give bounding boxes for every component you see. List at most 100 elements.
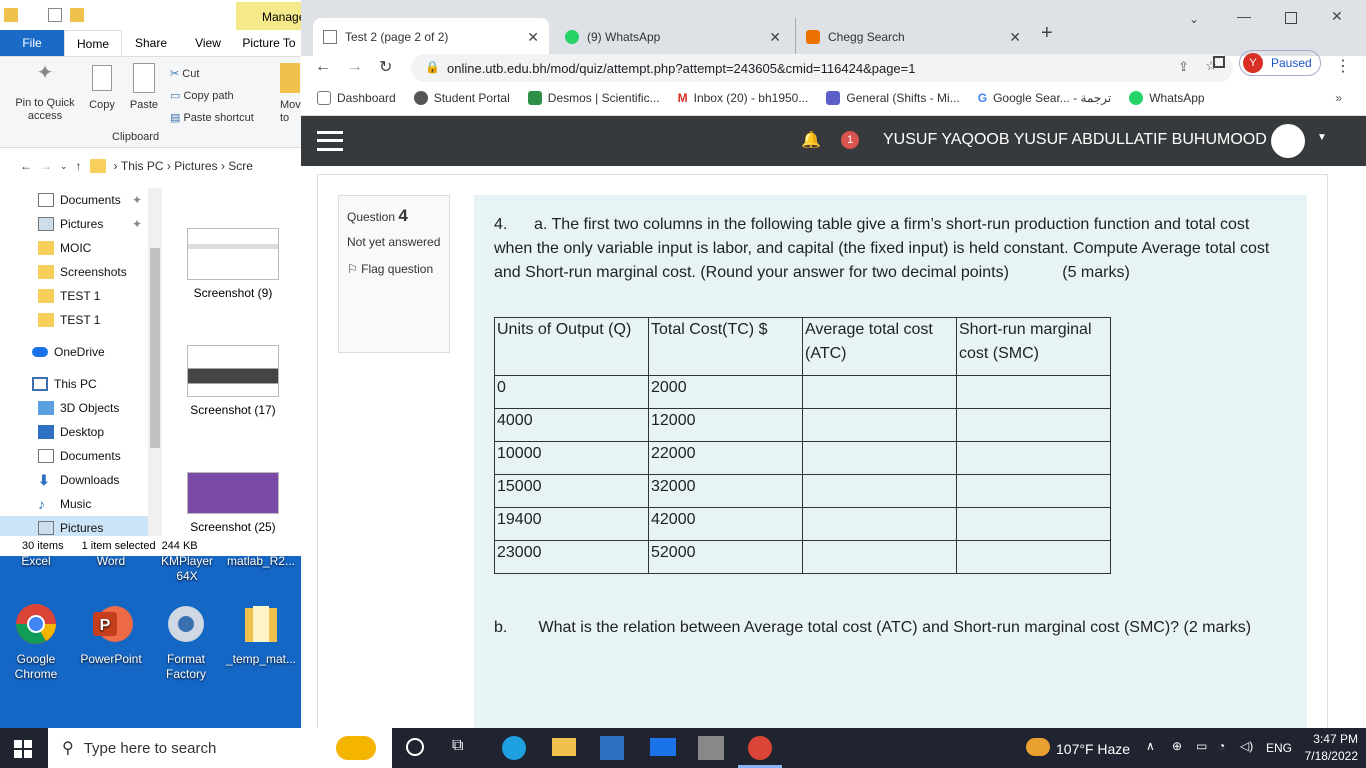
paste-shortcut-button[interactable]: ▤ Paste shortcut [170, 107, 254, 129]
cortana-icon[interactable] [406, 738, 424, 756]
tree-item-moic[interactable]: MOIC [0, 236, 148, 260]
taskbar-search-box[interactable]: ⚲ Type here to search [48, 728, 392, 768]
pin-quick-access-button[interactable]: ✦ Pin to Quick access [10, 63, 80, 123]
reload-icon[interactable]: ↻ [379, 57, 392, 77]
ribbon-tab-share[interactable]: Share [122, 30, 180, 56]
breadcrumb-screenshots[interactable]: Scre [228, 159, 253, 173]
bookmark-whatsapp[interactable]: WhatsApp [1129, 90, 1205, 105]
paste-button[interactable]: Paste [124, 63, 164, 111]
menu-icon[interactable]: ⋮ [1335, 56, 1351, 76]
tab-whatsapp[interactable]: (9) WhatsApp ✕ [555, 18, 791, 56]
tree-scrollbar[interactable] [148, 188, 162, 538]
desktop-icon-word[interactable]: Word [75, 554, 147, 569]
tree-item-music[interactable]: ♪ Music [0, 492, 148, 516]
scrollbar-thumb[interactable] [150, 248, 160, 448]
calculator-icon[interactable] [698, 736, 724, 760]
tree-item-3d-objects[interactable]: 3D Objects [0, 396, 148, 420]
file-item[interactable]: Screenshot (9) [180, 228, 286, 300]
close-tab-icon[interactable]: ✕ [527, 29, 539, 46]
tray-icon[interactable]: ⊕ [1172, 739, 1182, 753]
breadcrumb-this-pc[interactable]: This PC [121, 159, 164, 173]
tree-item-documents[interactable]: Documents ✦ [0, 188, 148, 212]
battery-icon[interactable]: ▭ [1196, 739, 1207, 753]
recent-dropdown-icon[interactable]: ⌄ [60, 161, 68, 172]
file-explorer-icon[interactable] [552, 738, 576, 756]
tree-item-pictures-pinned[interactable]: Pictures ✦ [0, 212, 148, 236]
desktop-icon-excel[interactable]: Excel [0, 554, 72, 569]
bookmark-dashboard[interactable]: Dashboard [317, 90, 396, 105]
manage-tab[interactable]: Manage [236, 2, 305, 30]
clock[interactable]: 3:47 PM 7/18/2022 [1300, 731, 1358, 765]
breadcrumb-pictures[interactable]: Pictures [174, 159, 217, 173]
tree-item-this-pc[interactable]: This PC [0, 372, 148, 396]
language-indicator[interactable]: ENG [1266, 741, 1292, 755]
task-view-icon[interactable]: ⧉ [452, 737, 463, 755]
file-item[interactable]: Screenshot (25) [180, 472, 286, 534]
ribbon-tab-picture-tools[interactable]: Picture To [236, 30, 302, 56]
tab-test2[interactable]: Test 2 (page 2 of 2) ✕ [313, 18, 549, 56]
move-to-button[interactable]: Mov to [280, 63, 302, 125]
close-tab-icon[interactable]: ✕ [769, 29, 781, 46]
ribbon-tab-file[interactable]: File [0, 30, 64, 56]
side-panel-icon[interactable] [1213, 56, 1225, 68]
tray-chevron-icon[interactable]: ∧ [1146, 739, 1155, 753]
minimize-icon[interactable]: — [1237, 8, 1251, 24]
forward-icon[interactable]: → [40, 159, 52, 173]
user-name[interactable]: YUSUF YAQOOB YUSUF ABDULLATIF BUHUMOOD [883, 131, 1267, 149]
windows-start-icon[interactable] [14, 740, 32, 758]
bookmark-google-translate[interactable]: G Google Sear... - ترجمة [978, 91, 1111, 105]
desktop-icon-kmplayer[interactable]: KMPlayer 64X [150, 554, 224, 584]
chrome-taskbar-icon[interactable] [748, 736, 772, 760]
tab-chegg[interactable]: Chegg Search ✕ [795, 18, 1031, 56]
tree-item-test1[interactable]: TEST 1 [0, 284, 148, 308]
address-bar[interactable]: 🔒 online.utb.edu.bh/mod/quiz/attempt.php… [411, 54, 1233, 82]
edge-icon[interactable] [502, 736, 526, 760]
bookmark-student-portal[interactable]: Student Portal [413, 90, 510, 105]
up-icon[interactable]: ↑ [76, 159, 82, 173]
maximize-icon[interactable] [1285, 12, 1297, 24]
close-tab-icon[interactable]: ✕ [1009, 29, 1021, 46]
hamburger-menu-icon[interactable] [317, 131, 343, 151]
file-item[interactable]: Screenshot (17) [180, 345, 286, 417]
new-folder-icon[interactable] [70, 8, 84, 22]
desktop-icon-chrome[interactable]: Google Chrome [0, 602, 72, 682]
bookmark-desmos[interactable]: Desmos | Scientific... [527, 90, 660, 105]
share-icon[interactable]: ⇪ [1178, 59, 1189, 75]
copy-path-button[interactable]: ▭ Copy path [170, 85, 254, 107]
new-tab-icon[interactable]: + [1041, 22, 1053, 45]
desktop-icon-format-factory[interactable]: Format Factory [150, 602, 222, 682]
more-bookmarks-icon[interactable]: » [1335, 91, 1366, 105]
forward-icon[interactable]: → [347, 58, 363, 76]
user-menu-caret-icon[interactable]: ▼ [1317, 132, 1327, 143]
bell-icon[interactable]: 🔔 [801, 130, 821, 150]
copy-button[interactable]: Copy [84, 63, 120, 111]
volume-icon[interactable]: ◁) [1240, 739, 1253, 753]
bookmark-teams[interactable]: General (Shifts - Mi... [826, 90, 960, 105]
tree-item-desktop[interactable]: Desktop [0, 420, 148, 444]
ribbon-tab-view[interactable]: View [180, 30, 236, 56]
tab-search-icon[interactable]: ⌄ [1189, 12, 1199, 26]
network-icon[interactable]: ◔ [1218, 739, 1225, 753]
weather-text[interactable]: 107°F Haze [1056, 741, 1130, 757]
properties-icon[interactable] [48, 8, 62, 22]
desktop-icon-matlab[interactable]: matlab_R2... [225, 554, 297, 569]
tree-item-screenshots[interactable]: Screenshots [0, 260, 148, 284]
store-icon[interactable] [600, 736, 624, 760]
mail-icon[interactable] [650, 738, 676, 756]
notification-badge[interactable]: 1 [841, 131, 859, 149]
tree-item-onedrive[interactable]: OneDrive [0, 340, 148, 364]
desktop-icon-temp-matlab[interactable]: _temp_mat... [225, 602, 297, 667]
desktop-icon-powerpoint[interactable]: P PowerPoint [75, 602, 147, 667]
tree-item-downloads[interactable]: ⬇ Downloads [0, 468, 148, 492]
tree-item-documents-pc[interactable]: Documents [0, 444, 148, 468]
back-icon[interactable]: ← [315, 58, 331, 76]
cut-button[interactable]: ✂ Cut [170, 63, 254, 85]
tree-item-test1-b[interactable]: TEST 1 [0, 308, 148, 332]
flag-question-link[interactable]: ⚐ Flag question [347, 260, 441, 279]
back-icon[interactable]: ← [20, 159, 32, 173]
profile-button[interactable]: Y Paused [1239, 50, 1321, 76]
close-window-icon[interactable]: ✕ [1331, 8, 1343, 25]
bookmark-inbox[interactable]: M Inbox (20) - bh1950... [678, 91, 809, 105]
user-avatar[interactable] [1271, 124, 1305, 158]
ribbon-tab-home[interactable]: Home [64, 30, 122, 56]
